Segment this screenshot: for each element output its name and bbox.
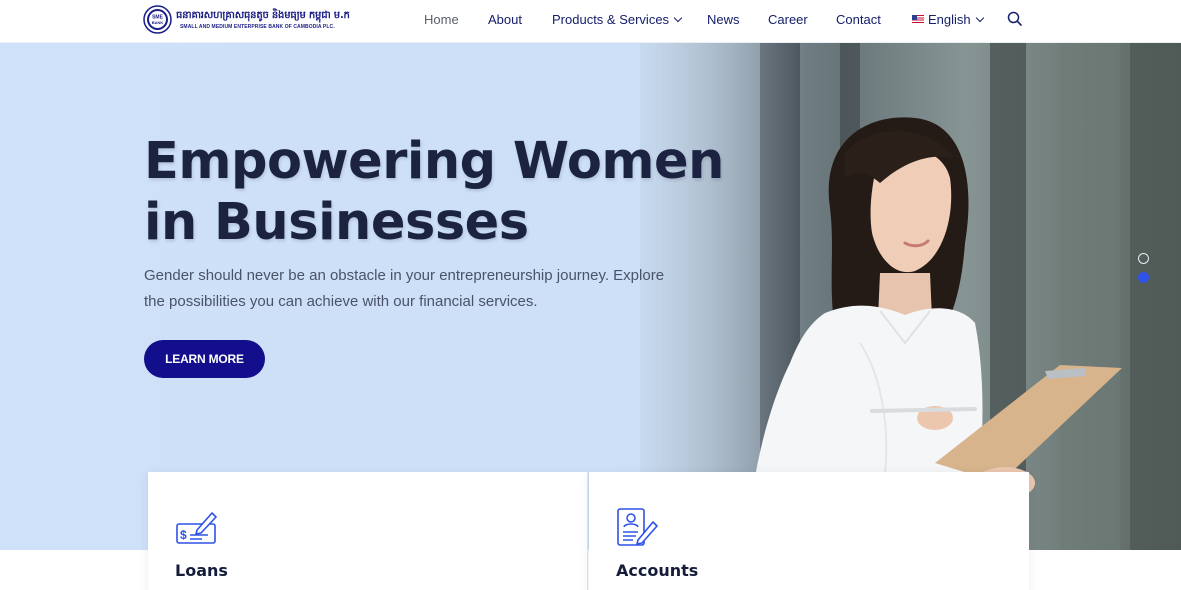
us-flag-icon xyxy=(912,15,924,23)
nav-career[interactable]: Career xyxy=(768,12,808,27)
learn-more-button[interactable]: LEARN MORE xyxy=(144,340,265,378)
nav-products-services-label: Products & Services xyxy=(552,12,670,27)
slider-dot-1[interactable] xyxy=(1138,253,1149,264)
site-header: SME BANK ធនាគារសហគ្រាសធុនតូច និងមធ្យម កម… xyxy=(0,0,1181,43)
nav-contact[interactable]: Contact xyxy=(836,12,881,27)
brand-name-khmer: ធនាគារសហគ្រាសធុនតូច និងមធ្យម កម្ពុជា ម.ក xyxy=(176,10,350,21)
hero-title-line-2: in Businesses xyxy=(144,193,529,252)
language-selector[interactable]: English xyxy=(912,12,984,27)
bank-seal-icon: SME BANK xyxy=(143,5,172,34)
language-label: English xyxy=(928,12,971,27)
nav-home[interactable]: Home xyxy=(424,12,459,27)
loans-card[interactable]: $ Loans xyxy=(148,472,588,590)
hero-title-line-1: Empowering Women xyxy=(144,132,724,191)
accounts-card[interactable]: Accounts xyxy=(589,472,1029,590)
nav-products-services[interactable]: Products & Services xyxy=(552,12,683,27)
nav-about[interactable]: About xyxy=(488,12,522,27)
svg-text:BANK: BANK xyxy=(152,20,164,25)
loans-card-title: Loans xyxy=(175,561,228,580)
cheque-icon: $ xyxy=(176,512,217,544)
slider-dot-2-active[interactable] xyxy=(1138,272,1149,283)
bank-logo[interactable]: SME BANK ធនាគារសហគ្រាសធុនតូច និងមធ្យម កម… xyxy=(143,5,350,35)
hero-title: Empowering Women in Businesses xyxy=(144,131,764,253)
account-document-icon xyxy=(617,508,658,546)
hero-description: Gender should never be an obstacle in yo… xyxy=(144,267,665,310)
chevron-down-icon xyxy=(975,13,984,23)
chevron-down-icon xyxy=(673,13,683,23)
accounts-card-title: Accounts xyxy=(616,561,699,580)
svg-text:$: $ xyxy=(180,528,187,542)
nav-news[interactable]: News xyxy=(707,12,740,27)
search-icon[interactable] xyxy=(1006,10,1024,28)
brand-name-english: SMALL AND MEDIUM ENTERPRISE BANK OF CAMB… xyxy=(180,24,335,30)
